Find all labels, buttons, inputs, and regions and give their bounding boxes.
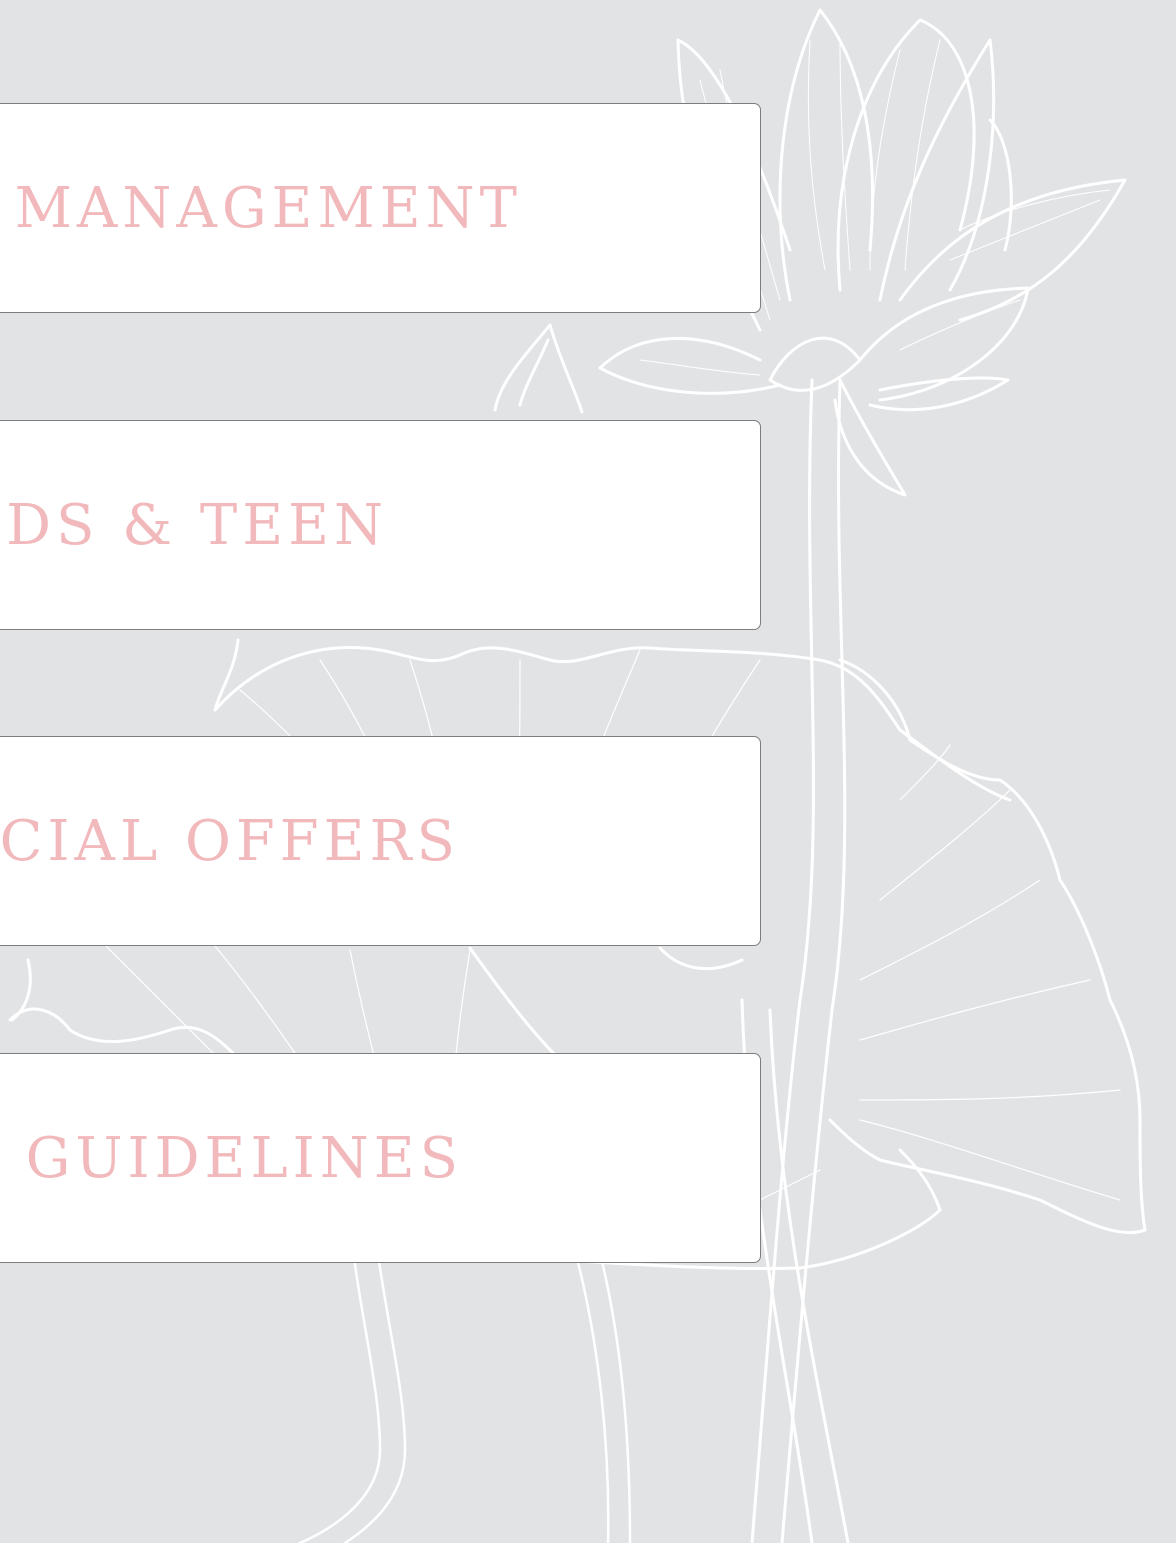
menu-card-label: CIAL OFFERS (0, 808, 460, 874)
menu-card-label: IDS & TEEN (0, 492, 388, 558)
menu-card-label: MANAGEMENT (14, 175, 522, 241)
menu-card-management[interactable]: MANAGEMENT (0, 103, 761, 313)
menu-card-special-offers[interactable]: CIAL OFFERS (0, 736, 761, 946)
menu-card-kids-teen[interactable]: IDS & TEEN (0, 420, 761, 630)
menu-card-label: GUIDELINES (25, 1125, 463, 1191)
menu-card-guidelines[interactable]: GUIDELINES (0, 1053, 761, 1263)
